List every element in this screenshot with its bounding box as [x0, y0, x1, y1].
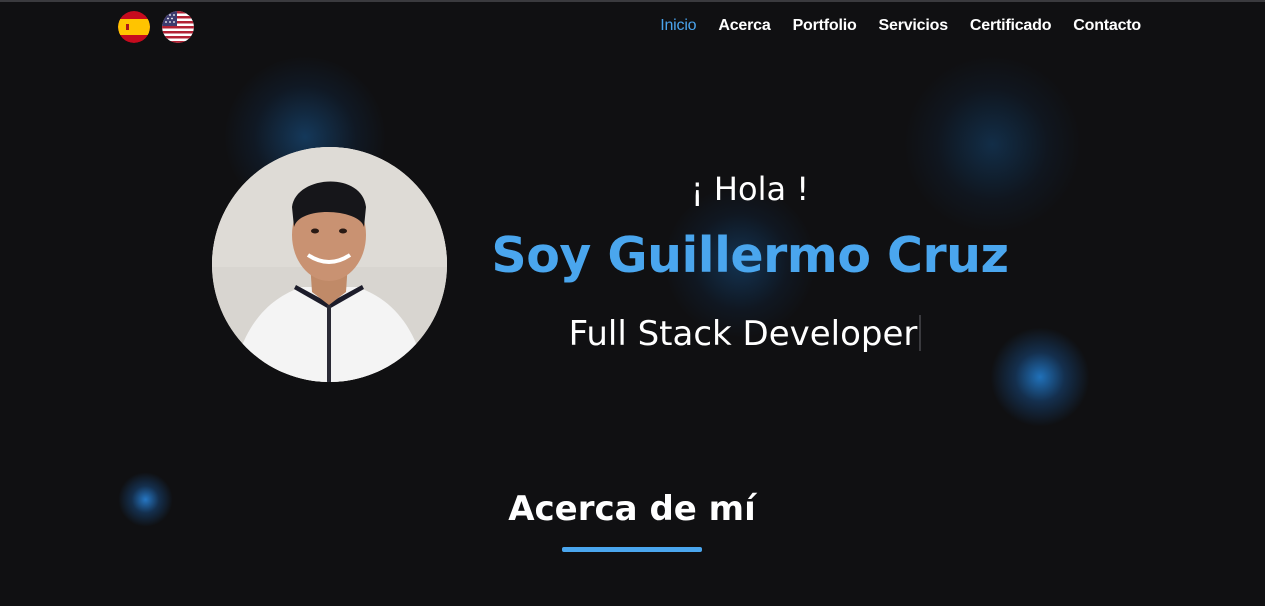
hero-role: Full Stack Developer	[520, 314, 970, 354]
nav-item-portfolio[interactable]: Portfolio	[793, 17, 857, 35]
usa-flag-icon[interactable]	[162, 11, 194, 43]
main-nav: Inicio Acerca Portfolio Servicios Certif…	[638, 17, 1141, 35]
nav-item-servicios[interactable]: Servicios	[879, 17, 949, 35]
hero-greeting: ¡ Hola !	[690, 170, 810, 208]
background-glow	[990, 327, 1090, 427]
nav-item-acerca[interactable]: Acerca	[718, 17, 770, 35]
hero-role-text: Full Stack Developer	[568, 314, 918, 354]
section-title-underline	[562, 547, 702, 552]
page: Inicio Acerca Portfolio Servicios Certif…	[0, 0, 1265, 606]
about-section-title: Acerca de mí	[508, 489, 756, 529]
hero-name: Soy Guillermo Cruz	[491, 227, 1009, 284]
background-glow	[118, 472, 173, 527]
spain-flag-icon[interactable]	[118, 11, 150, 43]
nav-item-inicio[interactable]: Inicio	[660, 17, 696, 35]
profile-photo	[212, 147, 447, 382]
nav-item-certificado[interactable]: Certificado	[970, 17, 1052, 35]
nav-item-contacto[interactable]: Contacto	[1073, 17, 1141, 35]
typing-cursor	[919, 315, 922, 351]
background-glow	[905, 57, 1080, 232]
